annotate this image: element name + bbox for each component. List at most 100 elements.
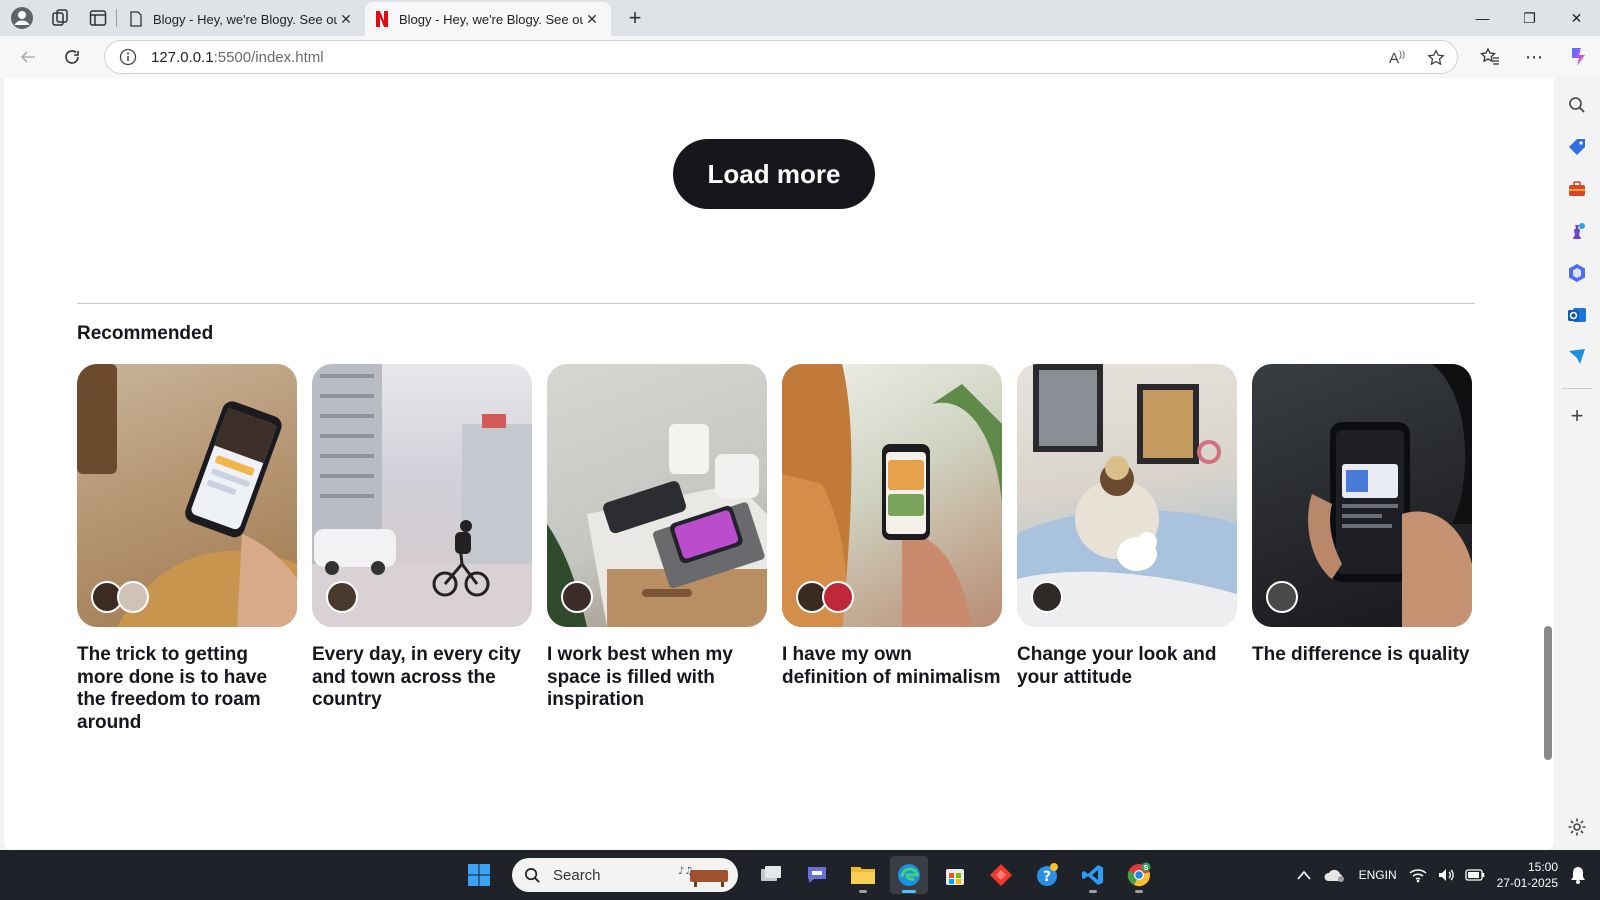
chrome-button[interactable]: S xyxy=(1120,856,1158,894)
task-view-button[interactable] xyxy=(752,856,790,894)
folder-icon xyxy=(851,867,875,884)
chrome-icon: S xyxy=(1127,862,1151,887)
shopping-tag-icon[interactable] xyxy=(1562,132,1592,162)
file-explorer-button[interactable] xyxy=(844,856,882,894)
outlook-icon[interactable] xyxy=(1562,300,1592,330)
edge-sidebar: + xyxy=(1554,78,1600,850)
svg-text:♪♫: ♪♫ xyxy=(678,866,693,877)
edge-icon xyxy=(898,864,920,886)
tab-blogy-2[interactable]: Blogy - Hey, we're Blogy. See our ✕ xyxy=(365,2,611,36)
info-icon xyxy=(119,48,137,66)
refresh-button[interactable] xyxy=(52,41,92,73)
clock-time: 15:00 xyxy=(1527,860,1558,874)
tools-briefcase-icon[interactable] xyxy=(1562,174,1592,204)
running-indicator xyxy=(1135,890,1143,893)
scrollbar-thumb[interactable] xyxy=(1544,626,1552,760)
more-options-icon[interactable]: ⋯ xyxy=(1512,41,1556,73)
svg-text:S: S xyxy=(1144,864,1149,872)
author-avatars xyxy=(326,581,358,613)
avatar xyxy=(117,581,149,613)
chevron-up-icon xyxy=(1296,870,1311,880)
favorites-icon[interactable] xyxy=(1468,41,1512,73)
vscode-button[interactable] xyxy=(1074,856,1112,894)
author-avatars xyxy=(561,581,593,613)
svg-text:?: ? xyxy=(1043,869,1051,885)
tab-title: Blogy - Hey, we're Blogy. See our xyxy=(399,11,583,27)
help-tips-button[interactable]: ? xyxy=(1028,856,1066,894)
clock[interactable]: 15:00 27-01-2025 xyxy=(1491,850,1564,900)
vscode-icon xyxy=(1082,865,1103,885)
card-image-woman-with-phone[interactable] xyxy=(782,364,1002,627)
language-indicator[interactable]: ENG IN xyxy=(1353,850,1403,900)
section-divider xyxy=(77,303,1475,304)
search-highlight-icon: ♪♫ xyxy=(678,866,728,887)
microsoft-store-button[interactable] xyxy=(936,856,974,894)
avatar xyxy=(1031,581,1063,613)
card-image-desk-setup[interactable] xyxy=(547,364,767,627)
card-image-man-with-dog[interactable] xyxy=(1017,364,1237,627)
task-view-icon xyxy=(761,866,781,881)
copilot-icon[interactable] xyxy=(1556,41,1600,73)
url-host: 127.0.0.1 xyxy=(151,48,214,66)
anydesk-icon xyxy=(990,864,1012,886)
card-title[interactable]: I work best when my space is filled with… xyxy=(547,644,767,712)
recommended-card[interactable]: I have my own definition of minimalism xyxy=(782,364,1002,734)
address-bar[interactable]: 127.0.0.1:5500/index.html A)) xyxy=(104,40,1458,74)
netflix-n-icon xyxy=(376,11,388,27)
restore-button[interactable]: ❐ xyxy=(1506,0,1553,36)
recommended-card[interactable]: I work best when my space is filled with… xyxy=(547,364,767,734)
show-hidden-icons[interactable] xyxy=(1291,850,1317,900)
start-button[interactable] xyxy=(460,856,498,894)
avatar xyxy=(1266,581,1298,613)
search-icon[interactable] xyxy=(1562,90,1592,120)
new-tab-button[interactable]: + xyxy=(617,3,653,33)
back-arrow-icon xyxy=(20,51,35,63)
lang-region: IN xyxy=(1384,867,1397,882)
card-image-city-cyclist[interactable] xyxy=(312,364,532,627)
close-icon[interactable]: ✕ xyxy=(337,11,355,28)
teams-chat-button[interactable] xyxy=(798,856,836,894)
onedrive-icon[interactable] xyxy=(1317,850,1353,900)
workspaces-icon[interactable] xyxy=(44,4,76,32)
recommended-card[interactable]: Every day, in every city and town across… xyxy=(312,364,532,734)
settings-gear-icon[interactable] xyxy=(1562,812,1592,842)
favorite-star-icon[interactable] xyxy=(1427,49,1445,67)
toolbar-right: ⋯ xyxy=(1468,36,1600,78)
network-sound-battery[interactable] xyxy=(1403,850,1491,900)
anydesk-button[interactable] xyxy=(982,856,1020,894)
card-title[interactable]: Change your look and your attitude xyxy=(1017,644,1237,689)
author-avatars xyxy=(1266,581,1298,613)
back-button[interactable] xyxy=(8,41,48,73)
notifications-bell-icon[interactable] xyxy=(1564,850,1600,900)
close-icon[interactable]: ✕ xyxy=(583,11,601,28)
send-icon[interactable] xyxy=(1562,342,1592,372)
search-icon xyxy=(525,867,540,883)
vertical-tabs-icon[interactable] xyxy=(82,4,114,32)
card-title[interactable]: Every day, in every city and town across… xyxy=(312,644,532,712)
recommended-card[interactable]: Change your look and your attitude xyxy=(1017,364,1237,734)
url-text: 127.0.0.1:5500/index.html xyxy=(151,49,324,66)
card-title[interactable]: I have my own definition of minimalism xyxy=(782,644,1002,689)
profile-icon[interactable] xyxy=(6,4,38,32)
card-title[interactable]: The difference is quality xyxy=(1252,644,1472,667)
load-more-button[interactable]: Load more xyxy=(673,139,875,209)
tab-blogy-1[interactable]: Blogy - Hey, we're Blogy. See our ✕ xyxy=(119,2,365,36)
card-title[interactable]: The trick to getting more done is to hav… xyxy=(77,644,297,734)
recommended-card[interactable]: The trick to getting more done is to hav… xyxy=(77,364,297,734)
browser-toolbar: 127.0.0.1:5500/index.html A)) ⋯ xyxy=(0,36,1600,78)
recommended-cards: The trick to getting more done is to hav… xyxy=(77,364,1477,734)
wifi-icon xyxy=(1409,869,1427,883)
taskbar-search[interactable]: Search ♪♫ xyxy=(512,858,738,892)
add-icon[interactable]: + xyxy=(1562,401,1592,431)
page-scrollbar[interactable] xyxy=(1544,78,1554,850)
close-window-button[interactable]: ✕ xyxy=(1553,0,1600,36)
minimize-button[interactable]: — xyxy=(1459,0,1506,36)
microsoft-365-icon[interactable] xyxy=(1562,258,1592,288)
card-image-phone-in-car[interactable] xyxy=(1252,364,1472,627)
edge-button[interactable] xyxy=(890,856,928,894)
recommended-card[interactable]: The difference is quality xyxy=(1252,364,1472,734)
system-tray: ENG IN 15:00 27-01-2025 xyxy=(1291,850,1600,900)
read-aloud-icon[interactable]: A)) xyxy=(1389,49,1405,67)
card-image-phone-in-hand[interactable] xyxy=(77,364,297,627)
games-chess-icon[interactable] xyxy=(1562,216,1592,246)
